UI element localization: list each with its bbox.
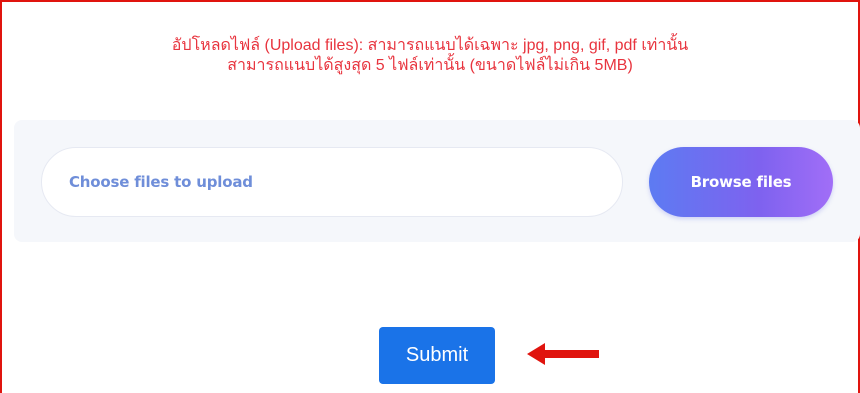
upload-notice-line-1: อัปโหลดไฟล์ (Upload files): สามารถแนบได้… — [171, 37, 689, 54]
submit-button[interactable]: Submit — [379, 327, 495, 384]
browse-files-button[interactable]: Browse files — [649, 147, 833, 217]
left-arrow-icon — [527, 343, 599, 365]
file-chooser-input[interactable]: Choose files to upload — [41, 147, 623, 217]
file-chooser-placeholder: Choose files to upload — [69, 173, 253, 191]
upload-notice: อัปโหลดไฟล์ (Upload files): สามารถแนบได้… — [0, 36, 860, 76]
upload-notice-line-2: สามารถแนบได้สูงสุด 5 ไฟล์เท่านั้น (ขนาดไ… — [227, 57, 633, 74]
